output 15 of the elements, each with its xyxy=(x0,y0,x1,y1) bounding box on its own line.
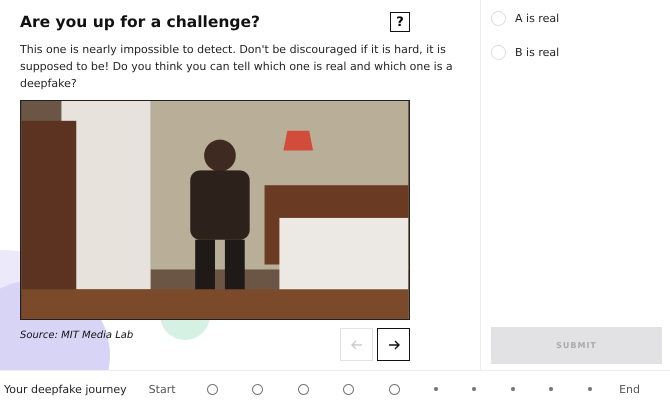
option-label[interactable]: B is real xyxy=(515,46,560,59)
video-player[interactable] xyxy=(20,100,410,320)
left-arrow-icon xyxy=(350,340,362,350)
radio-button[interactable] xyxy=(491,45,506,60)
question-text: This one is nearly impossible to detect. Don't be discouraged if it is hard, it is supposed to be! Do you think you can tell which one is real and which one is a deepfake? xyxy=(20,42,454,92)
help-button[interactable]: ? xyxy=(390,12,410,32)
next-button[interactable] xyxy=(377,328,410,361)
start-label: Start xyxy=(148,382,176,396)
question-title: Are you up for a challenge? xyxy=(20,13,260,31)
journey-label: Your deepfake journey xyxy=(4,382,127,396)
radio-button[interactable] xyxy=(491,11,506,26)
end-label: End xyxy=(619,382,640,396)
right-arrow-icon xyxy=(388,340,400,350)
option-label[interactable]: A is real xyxy=(515,12,560,25)
source-caption: Source: MIT Media Lab xyxy=(20,330,134,341)
